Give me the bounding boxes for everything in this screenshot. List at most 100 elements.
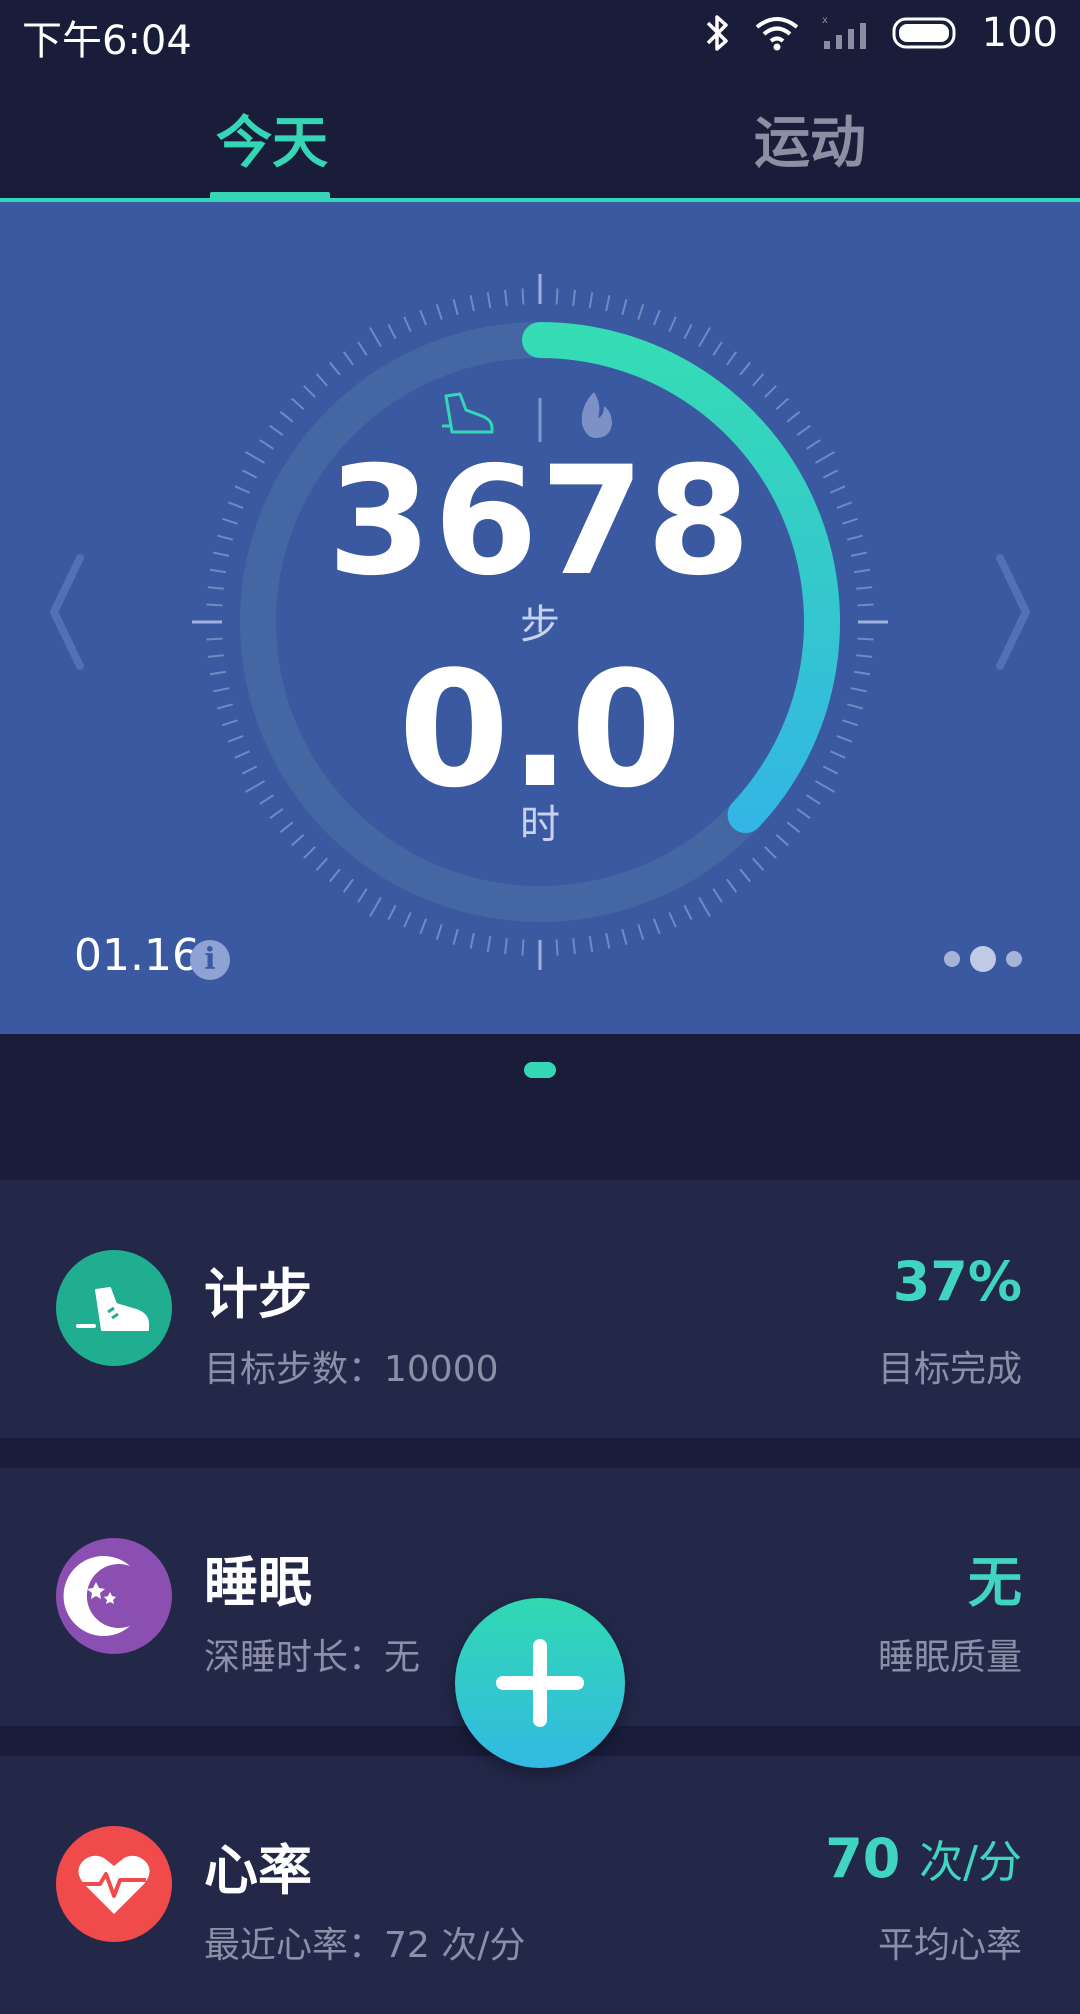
dial-tick [683,904,693,921]
step-count: 3678 [327,435,753,609]
dial-tick [764,385,777,398]
hours-value: 0.0 [398,636,682,823]
page-indicator [524,1062,556,1078]
dial-tick [653,309,661,326]
dial-tick [419,918,427,935]
dial-tick [342,351,354,366]
dial-tick [605,295,611,312]
activity-summary-panel[interactable]: 3678 步 0.0 时 01.16 i [0,202,1080,1034]
dial-tick [572,938,576,955]
card-label: 睡眠质量 [877,1637,1022,1678]
value-number: 37% [892,1250,1022,1313]
tab-today[interactable]: 今天 [216,98,328,179]
dial-tick [668,912,677,928]
battery-level: 100 [981,10,1058,56]
dial-tick [605,932,611,949]
tab-sport[interactable]: 运动 [754,98,866,179]
dial-tick [357,888,368,903]
value-unit: 次/分 [919,1837,1022,1888]
more-options-dots[interactable] [944,946,1022,972]
date-label: 01.16 [74,930,200,981]
card-subtitle: 深睡时长：无 [204,1637,421,1678]
dial-tick [403,912,412,928]
svg-text:x: x [822,15,828,26]
dial-tick [726,878,738,893]
dial-tick [637,304,645,320]
page-dot-active [970,946,996,972]
dial-tick [329,868,341,883]
shoe-icon [442,392,494,434]
dial-tick [588,291,594,309]
dial-tick [504,938,508,955]
dial-tick [435,304,443,320]
value-number: 70 [825,1827,901,1890]
dial-tick [387,323,397,340]
status-time: 下午6:04 [22,18,192,64]
dial-tick [683,323,693,340]
moon-icon [56,1538,172,1654]
hours-unit: 时 [520,802,560,848]
dial-tick [387,904,397,921]
dial-tick [435,924,443,940]
dial-tick [419,309,427,326]
dial-tick [369,327,382,348]
tab-bar: 今天 运动 [0,66,1080,202]
wifi-icon [755,17,798,51]
dial-tick [637,924,645,940]
dial-tick [555,288,559,305]
dial-tick [796,424,811,436]
dial-tick [486,291,492,309]
dial-tick [369,896,382,917]
dial-tick [572,289,576,306]
status-icons: x 100 [702,8,1058,58]
add-button[interactable] [455,1598,625,1768]
heart-icon [56,1826,172,1942]
dial-tick [452,299,459,316]
dial-tick [668,316,677,332]
dial-tick [786,411,801,423]
card-value: 无 [968,1538,1022,1617]
dial-tick [521,939,525,956]
dial-tick [403,316,412,332]
dial-tick [752,373,765,387]
dial-tick [621,928,628,945]
dial-tick [452,928,459,945]
plus-icon [496,1639,584,1727]
card-steps[interactable]: 计步 目标步数：10000 37% 目标完成 [0,1180,1080,1438]
dial-tick [315,857,328,871]
dial-tick [621,299,628,316]
dial-tick [712,341,723,356]
dial-tick [726,351,738,366]
battery-icon [892,17,956,49]
dial-tick [739,868,751,883]
card-label: 平均心率 [877,1925,1022,1966]
dial-tick [775,397,789,410]
dial-tick [315,373,328,387]
card-heart-rate[interactable]: 心率 最近心率：72 次/分 70 次/分 平均心率 [0,1756,1080,2014]
dial-tick [752,857,765,871]
value-number: 无 [968,1551,1022,1614]
card-label: 目标完成 [877,1349,1022,1390]
dial-tick [357,341,368,356]
dial-tick [712,888,723,903]
card-title: 睡眠 [204,1551,312,1614]
dial-tick [279,411,294,423]
card-title: 心率 [204,1839,312,1902]
signal-icon: x [822,15,866,49]
flame-icon [581,392,612,438]
card-subtitle: 最近心率：72 次/分 [204,1925,526,1966]
dial-tick [739,361,751,376]
dial-tick [555,939,559,956]
dial-tick [303,385,316,398]
dial-tick [291,397,305,410]
tab-active-indicator [210,192,330,200]
info-icon[interactable]: i [190,940,230,980]
dial-tick [342,878,354,893]
dial-tick [588,935,594,953]
dial-tick [469,932,475,949]
dial-tick [269,424,284,436]
page-dot [1006,951,1022,967]
card-title: 计步 [204,1263,312,1326]
dial-tick [698,327,711,348]
card-value: 70 次/分 [825,1826,1022,1890]
